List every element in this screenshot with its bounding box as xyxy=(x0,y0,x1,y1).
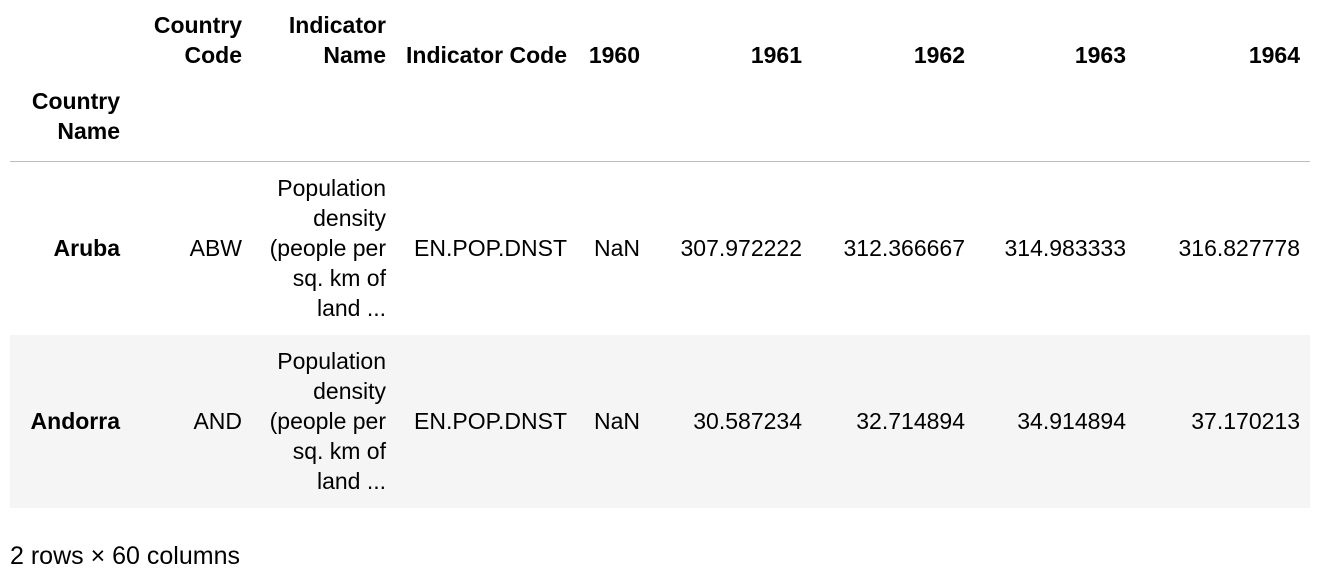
table-cell: ABW xyxy=(189,235,242,262)
dataframe-table: Country Code Indicator Name Indicator Co… xyxy=(10,0,1310,508)
column-header: 1963 xyxy=(1074,42,1126,68)
table-cell: 316.827778 xyxy=(1178,235,1300,262)
column-header: 1964 xyxy=(1248,42,1300,68)
dataframe-shape-footer: 2 rows × 60 columns xyxy=(10,542,240,570)
column-header: 1961 xyxy=(750,42,802,68)
table-cell: EN.POP.DNST xyxy=(414,235,567,262)
index-name-header: Country Name xyxy=(31,87,120,144)
column-header-blank xyxy=(10,0,130,70)
row-index-label: Aruba xyxy=(53,235,120,262)
dataframe-output: Country Code Indicator Name Indicator Co… xyxy=(0,0,1320,578)
column-header-row: Country Code Indicator Name Indicator Co… xyxy=(10,0,1310,70)
table-row: Aruba ABW Population density (people per… xyxy=(10,161,1310,335)
column-header: Indicator Code xyxy=(406,42,568,68)
table-cell: Population density (people per sq. km of… xyxy=(269,348,386,494)
table-cell: AND xyxy=(193,408,242,434)
table-cell: 30.587234 xyxy=(693,408,802,434)
table-cell: NaN xyxy=(593,408,640,434)
table-row: Andorra AND Population density (people p… xyxy=(10,334,1310,508)
column-header: 1960 xyxy=(588,42,640,68)
table-cell: EN.POP.DNST xyxy=(414,408,567,434)
index-name-row: Country Name xyxy=(10,70,1310,162)
table-cell: Population density (people per sq. km of… xyxy=(269,175,386,322)
table-cell: 312.366667 xyxy=(843,235,965,262)
table-cell: 307.972222 xyxy=(680,235,802,262)
column-header: Indicator Name xyxy=(288,12,386,68)
row-index-label: Andorra xyxy=(30,408,120,434)
table-cell: 32.714894 xyxy=(856,408,965,434)
column-header: Country Code xyxy=(153,12,242,68)
column-header: 1962 xyxy=(913,42,965,68)
table-cell: 37.170213 xyxy=(1191,408,1300,434)
table-cell: NaN xyxy=(593,235,640,262)
table-cell: 34.914894 xyxy=(1017,408,1126,434)
table-cell: 314.983333 xyxy=(1004,235,1126,262)
